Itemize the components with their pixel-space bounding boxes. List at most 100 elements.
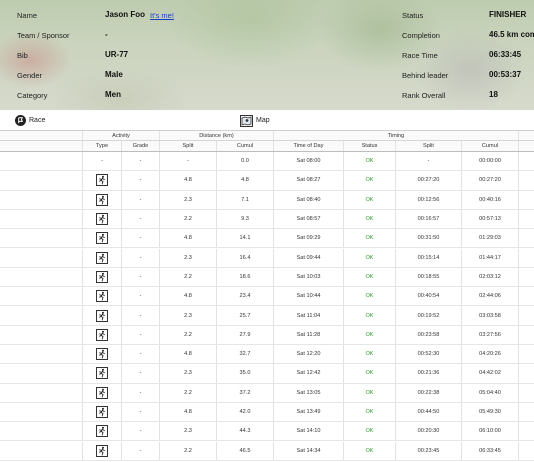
cell-time-split: 00:23:45 bbox=[396, 441, 462, 460]
table-row[interactable]: -2.3 7.1 Sat 08:40 OK 00:12:56 00:40:16 bbox=[0, 190, 534, 210]
cell-grade: - bbox=[122, 422, 160, 441]
cell-time-split: 00:19:52 bbox=[396, 306, 462, 325]
name-value: Jason Foo bbox=[105, 10, 146, 19]
cell-type bbox=[83, 325, 122, 344]
running-icon bbox=[96, 328, 108, 341]
table-row[interactable]: -4.8 42.0 Sat 13:49 OK 00:44:50 05:49:30 bbox=[0, 402, 534, 423]
column-header-status: Status bbox=[344, 141, 396, 151]
table-row[interactable]: -4.8 32.7 Sat 12:20 OK 00:52:30 04:20:26 bbox=[0, 345, 534, 365]
cell-time-of-day: Sat 08:00 bbox=[274, 152, 344, 171]
cell-time-cumul: 04:42:02 bbox=[462, 364, 519, 383]
table-row[interactable]: - - -0.0 Sat 08:00 OK -00:00:00 bbox=[0, 152, 534, 172]
cell-distance-split: 2.3 bbox=[160, 364, 217, 383]
cell-time-cumul: 02:03:12 bbox=[462, 267, 519, 287]
running-icon bbox=[96, 444, 108, 457]
cell-type: - bbox=[83, 152, 122, 171]
table-row[interactable]: -2.2 46.5 Sat 14:34 OK 00:23:45 06:33:45 bbox=[0, 441, 534, 461]
cell-spacer bbox=[0, 325, 83, 344]
cell-status: OK bbox=[344, 325, 396, 344]
cell-type bbox=[83, 441, 122, 460]
map-button[interactable]: Map bbox=[240, 114, 270, 127]
cell-spacer bbox=[519, 403, 534, 421]
cell-time-split: 00:21:36 bbox=[396, 364, 462, 383]
cell-distance-split: 2.2 bbox=[160, 267, 217, 287]
cell-type bbox=[83, 402, 122, 422]
cell-grade: - bbox=[122, 402, 160, 422]
running-icon bbox=[96, 251, 108, 264]
group-header-activity: Activity bbox=[83, 131, 160, 140]
cell-time-cumul: 00:40:16 bbox=[462, 190, 519, 209]
race-button[interactable]: Race bbox=[15, 114, 45, 127]
cell-spacer bbox=[519, 171, 534, 189]
cell-distance-split: 2.2 bbox=[160, 441, 217, 460]
table-row[interactable]: -2.2 18.6 Sat 10:03 OK 00:18:55 02:03:12 bbox=[0, 267, 534, 288]
table-row[interactable]: -2.3 35.0 Sat 12:42 OK 00:21:36 04:42:02 bbox=[0, 364, 534, 384]
map-icon bbox=[240, 114, 253, 127]
cell-type bbox=[83, 267, 122, 287]
cell-time-split: 00:23:58 bbox=[396, 325, 462, 344]
cell-time-of-day: Sat 13:05 bbox=[274, 383, 344, 402]
its-me-link[interactable]: It's me! bbox=[150, 11, 174, 20]
cell-time-of-day: Sat 13:49 bbox=[274, 402, 344, 422]
cell-spacer bbox=[519, 364, 534, 382]
running-icon bbox=[96, 309, 108, 322]
cell-status: OK bbox=[344, 383, 396, 402]
table-row[interactable]: -2.2 37.2 Sat 13:05 OK 00:22:38 05:04:40 bbox=[0, 383, 534, 403]
team-value: - bbox=[105, 30, 108, 39]
cell-spacer bbox=[0, 152, 83, 171]
cell-spacer bbox=[0, 248, 83, 267]
column-header-spacer bbox=[0, 141, 83, 151]
cell-status: OK bbox=[344, 345, 396, 364]
table-row[interactable]: -2.2 27.9 Sat 11:28 OK 00:23:58 03:27:56 bbox=[0, 325, 534, 345]
table-row[interactable]: -4.8 14.1 Sat 09:29 OK 00:31:50 01:29:03 bbox=[0, 229, 534, 249]
header-overlay bbox=[0, 0, 534, 110]
group-header-distance: Distance (km) bbox=[160, 131, 274, 140]
cell-grade: - bbox=[122, 209, 160, 229]
table-row[interactable]: -2.3 44.3 Sat 14:10 OK 00:20:30 06:10:00 bbox=[0, 422, 534, 442]
cell-distance-cumul: 32.7 bbox=[217, 345, 274, 364]
running-icon bbox=[96, 348, 108, 361]
cell-spacer bbox=[519, 287, 534, 305]
column-header-grade: Grade bbox=[122, 141, 160, 151]
cell-spacer bbox=[0, 402, 83, 422]
cell-time-cumul: 02:44:06 bbox=[462, 287, 519, 306]
race-time-value: 06:33:45 bbox=[489, 50, 522, 59]
table-row[interactable]: -2.3 25.7 Sat 11:04 OK 00:19:52 03:03:58 bbox=[0, 306, 534, 326]
cell-time-split: 00:52:30 bbox=[396, 345, 462, 364]
cell-status: OK bbox=[344, 306, 396, 325]
cell-status: OK bbox=[344, 267, 396, 287]
cell-distance-cumul: 14.1 bbox=[217, 229, 274, 248]
cell-spacer bbox=[0, 190, 83, 209]
cell-status: OK bbox=[344, 248, 396, 267]
cell-time-of-day: Sat 10:03 bbox=[274, 267, 344, 287]
cell-grade: - bbox=[122, 152, 160, 171]
cell-distance-split: 4.8 bbox=[160, 171, 217, 190]
cell-time-cumul: 05:04:40 bbox=[462, 383, 519, 402]
cell-time-cumul: 05:49:30 bbox=[462, 402, 519, 422]
cell-spacer bbox=[0, 306, 83, 325]
cell-distance-cumul: 37.2 bbox=[217, 383, 274, 402]
cell-time-cumul: 06:33:45 bbox=[462, 441, 519, 460]
cell-distance-split: 2.3 bbox=[160, 306, 217, 325]
cell-time-cumul: 00:57:13 bbox=[462, 209, 519, 229]
table-row[interactable]: -2.3 16.4 Sat 09:44 OK 00:15:14 01:44:17 bbox=[0, 248, 534, 268]
rank-overall-label: Rank Overall bbox=[402, 91, 446, 100]
running-icon bbox=[96, 270, 108, 283]
race-icon bbox=[15, 115, 26, 126]
cell-type bbox=[83, 287, 122, 306]
cell-spacer bbox=[0, 171, 83, 190]
cell-distance-cumul: 42.0 bbox=[217, 402, 274, 422]
view-toolbar: Race Map bbox=[0, 110, 534, 131]
cell-distance-split: 4.8 bbox=[160, 402, 217, 422]
table-row[interactable]: -4.8 23.4 Sat 10:44 OK 00:40:54 02:44:06 bbox=[0, 287, 534, 307]
column-header-time-cumul: Cumul bbox=[462, 141, 519, 151]
gender-label: Gender bbox=[17, 71, 43, 80]
cell-distance-split: 2.2 bbox=[160, 325, 217, 344]
category-value: Men bbox=[105, 90, 121, 99]
cell-grade: - bbox=[122, 171, 160, 190]
table-row[interactable]: -4.8 4.8 Sat 08:27 OK 00:27:20 00:27:20 bbox=[0, 171, 534, 191]
table-row[interactable]: -2.2 9.3 Sat 08:57 OK 00:16:57 00:57:13 bbox=[0, 209, 534, 230]
cell-time-of-day: Sat 12:20 bbox=[274, 345, 344, 364]
cell-time-split: 00:20:30 bbox=[396, 422, 462, 441]
status-value: FINISHER bbox=[489, 10, 527, 19]
